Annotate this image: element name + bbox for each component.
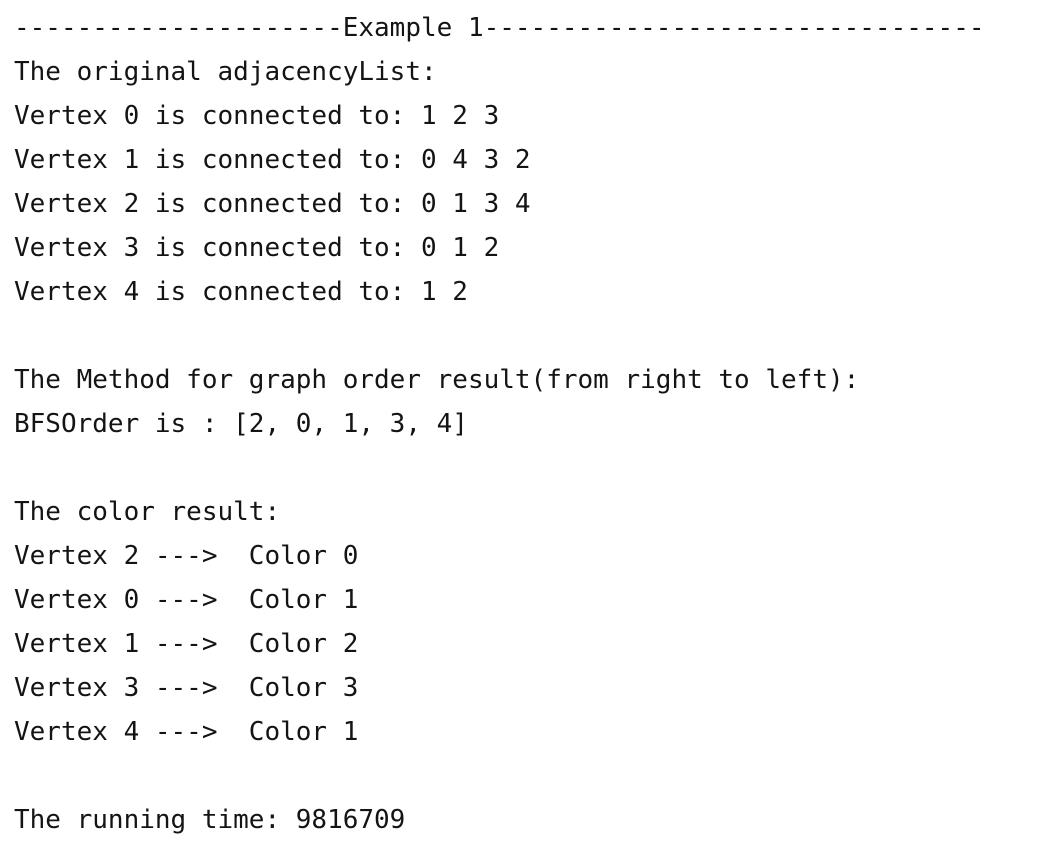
color-line: Vertex 2 ---> Color 0 — [14, 541, 359, 571]
color-line: Vertex 0 ---> Color 1 — [14, 585, 359, 615]
running-time-line: The running time: 9816709 — [14, 805, 406, 835]
adjacency-line: Vertex 0 is connected to: 1 2 3 — [14, 101, 500, 131]
bfs-order-line: BFSOrder is : [2, 0, 1, 3, 4] — [14, 409, 468, 439]
adjacency-line: Vertex 3 is connected to: 0 1 2 — [14, 233, 500, 263]
console-output: ---------------------Example 1----------… — [14, 6, 1034, 842]
color-line: Vertex 3 ---> Color 3 — [14, 673, 359, 703]
color-line: Vertex 4 ---> Color 1 — [14, 717, 359, 747]
method-header: The Method for graph order result(from r… — [14, 365, 860, 395]
adjacency-line: Vertex 2 is connected to: 0 1 3 4 — [14, 189, 531, 219]
adjacency-list-header: The original adjacencyList: — [14, 57, 437, 87]
adjacency-line: Vertex 1 is connected to: 0 4 3 2 — [14, 145, 531, 175]
color-result-header: The color result: — [14, 497, 281, 527]
adjacency-line: Vertex 4 is connected to: 1 2 — [14, 277, 468, 307]
color-line: Vertex 1 ---> Color 2 — [14, 629, 359, 659]
example-separator: ---------------------Example 1----------… — [14, 13, 985, 43]
